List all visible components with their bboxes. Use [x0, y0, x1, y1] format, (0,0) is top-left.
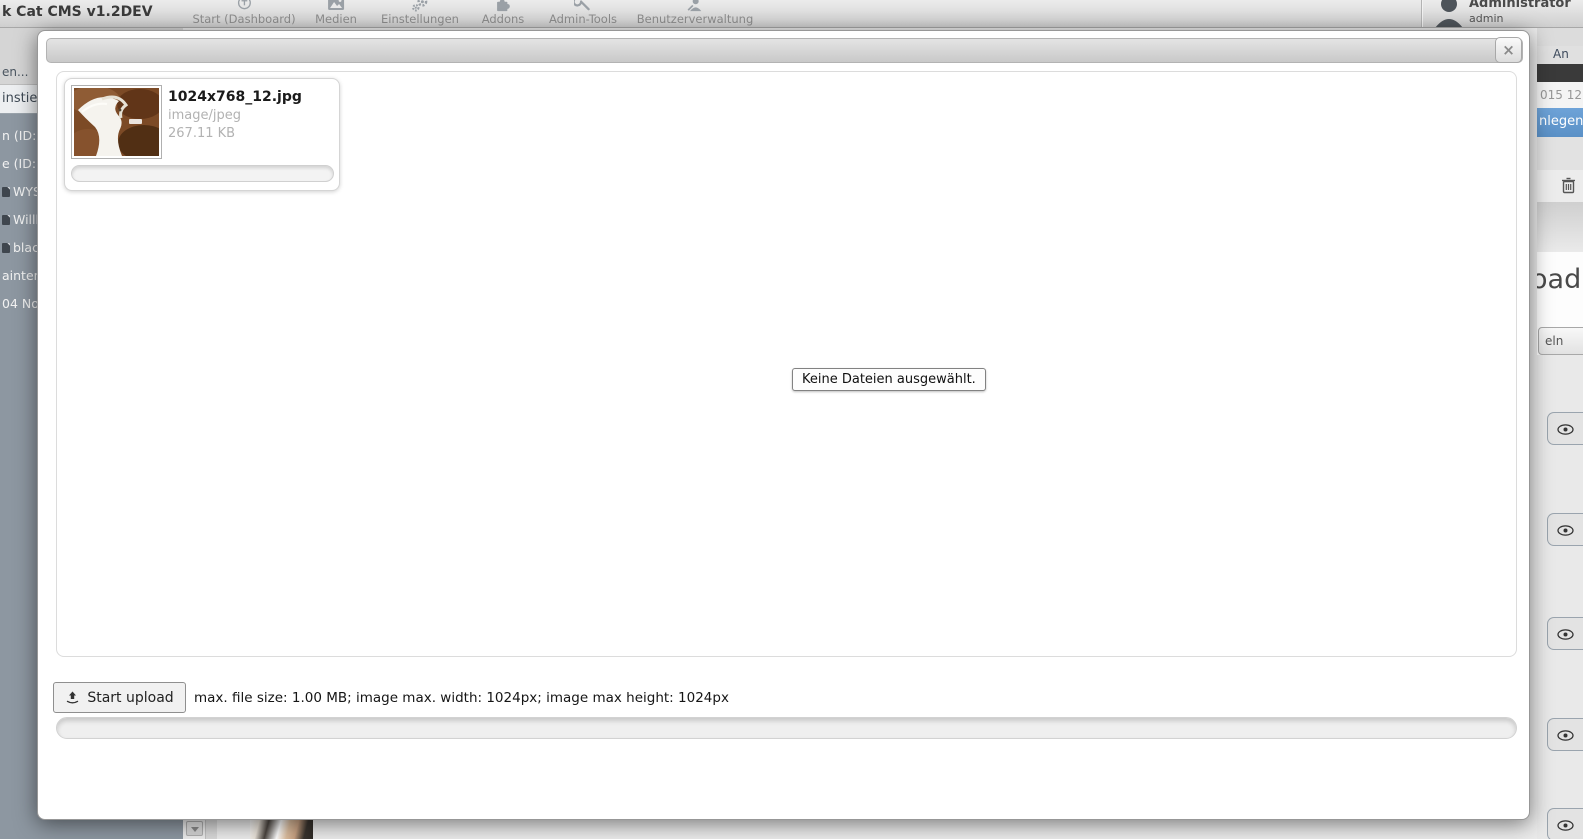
timestamp-fragment: 015 12 — [1537, 82, 1583, 108]
right-panel-spacer — [1537, 137, 1583, 170]
upload-file-card[interactable]: 1024x768_12.jpg image/jpeg 267.11 KB — [64, 78, 340, 191]
upload-dialog: × 1024x7 — [37, 30, 1530, 820]
view-button[interactable] — [1547, 513, 1583, 546]
side-button-fragment[interactable]: eln — [1538, 327, 1583, 355]
view-button[interactable] — [1547, 412, 1583, 445]
start-upload-label: Start upload — [87, 690, 173, 706]
nav-label: Admin-Tools — [549, 12, 617, 26]
scrollbar-down-button[interactable] — [186, 821, 203, 836]
page-icon — [2, 243, 10, 253]
create-button-fragment[interactable]: nlegen — [1537, 108, 1583, 137]
media-icon — [315, 0, 357, 12]
eye-icon — [1557, 629, 1574, 640]
nav-item-dashboard[interactable]: Start (Dashboard) — [192, 0, 295, 26]
upload-icon — [65, 691, 80, 704]
nav-label: Benutzerverwaltung — [637, 12, 754, 26]
close-icon[interactable]: × — [1495, 37, 1522, 63]
upload-limits-text: max. file size: 1.00 MB; image max. widt… — [194, 690, 729, 706]
wrench-icon — [549, 0, 617, 12]
content-background — [218, 820, 1537, 839]
right-panel-top-label: An — [1537, 46, 1583, 64]
delete-button[interactable] — [1537, 170, 1583, 202]
right-panel: An 015 12 nlegen oad eln — [1537, 28, 1583, 839]
app-title: k Cat CMS v1.2DEV — [2, 4, 153, 20]
sidebar-top-label: en... — [2, 65, 28, 79]
users-icon — [637, 0, 754, 12]
nav-label: Einstellungen — [381, 12, 459, 26]
nav-label: Medien — [315, 12, 357, 26]
eye-icon — [1557, 525, 1574, 536]
view-button[interactable] — [1547, 718, 1583, 751]
eye-icon — [1557, 424, 1574, 435]
user-role: admin — [1469, 12, 1503, 25]
nav-item-user-management[interactable]: Benutzerverwaltung — [637, 0, 754, 26]
file-thumbnail — [71, 85, 162, 159]
file-progress-bar — [71, 165, 334, 182]
eye-icon — [1557, 730, 1574, 741]
right-panel-header — [1537, 28, 1583, 46]
file-mime-type: image/jpeg — [168, 108, 241, 123]
file-input-status[interactable]: Keine Dateien ausgewählt. — [792, 368, 986, 391]
eye-icon — [1557, 820, 1574, 831]
upload-heading-fragment: oad — [1537, 264, 1581, 295]
dashboard-icon — [192, 0, 295, 12]
nav-item-admin-tools[interactable]: Admin-Tools — [549, 0, 617, 26]
file-name: 1024x768_12.jpg — [168, 89, 302, 105]
horse-photo-thumbnail — [74, 88, 159, 156]
dialog-titlebar[interactable] — [46, 38, 1523, 63]
upload-droparea[interactable]: 1024x768_12.jpg image/jpeg 267.11 KB Kei… — [56, 71, 1517, 657]
topbar-divider — [1421, 0, 1422, 28]
nav-label: Addons — [482, 12, 525, 26]
page-icon — [2, 215, 10, 225]
view-button[interactable] — [1547, 617, 1583, 650]
triangle-down-icon — [191, 827, 199, 832]
nav-item-addons[interactable]: Addons — [482, 0, 525, 26]
nav-item-media[interactable]: Medien — [315, 0, 357, 26]
view-button[interactable] — [1547, 808, 1583, 839]
trash-icon — [1561, 177, 1576, 194]
user-avatar-icon[interactable] — [1433, 0, 1465, 28]
user-name[interactable]: Administrator — [1469, 0, 1571, 11]
page-icon — [2, 187, 10, 197]
total-progress-bar — [56, 717, 1517, 739]
nav-label: Start (Dashboard) — [192, 12, 295, 26]
file-size: 267.11 KB — [168, 126, 235, 141]
right-panel-dark-bar — [1537, 64, 1583, 82]
scrollbar-track[interactable] — [205, 820, 217, 839]
addons-icon — [482, 0, 525, 12]
settings-icon — [381, 0, 459, 12]
media-photo-fragment — [250, 820, 313, 839]
nav-item-settings[interactable]: Einstellungen — [381, 0, 459, 26]
top-nav-bar: k Cat CMS v1.2DEV Start (Dashboard) Medi… — [0, 0, 1583, 28]
start-upload-button[interactable]: Start upload — [53, 682, 186, 713]
screen: en... instieg n (ID: 7 e (ID: 8 WYSI Wil… — [0, 0, 1583, 839]
right-panel-gradient — [1537, 202, 1583, 252]
